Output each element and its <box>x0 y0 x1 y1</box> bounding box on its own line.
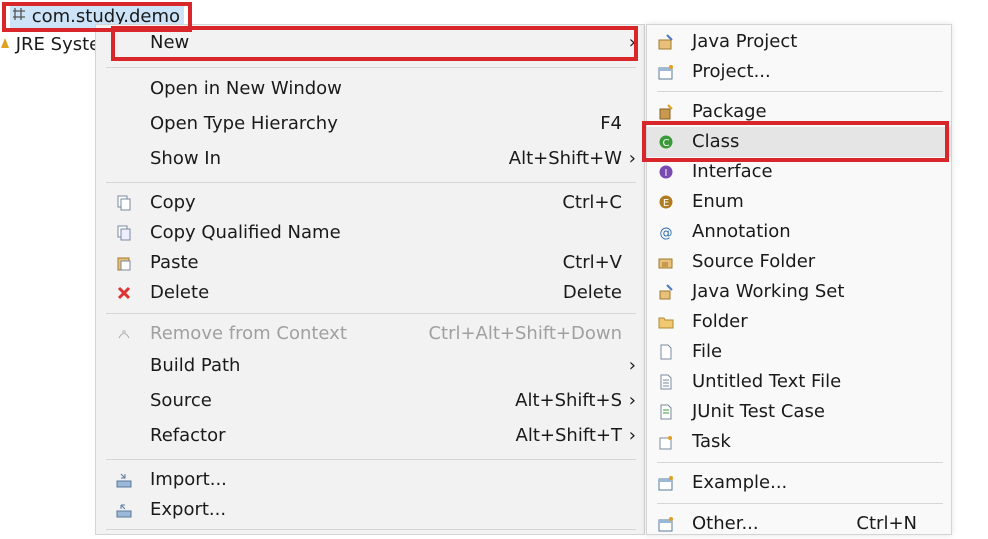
submenu-item-example[interactable]: Example... <box>647 468 951 498</box>
folder-icon <box>658 314 674 330</box>
menu-item-paste[interactable]: Paste Ctrl+V <box>96 248 644 278</box>
svg-text:E: E <box>663 198 669 209</box>
context-menu: New › Open in New Window Open Type Hiera… <box>95 24 645 535</box>
menu-item-build-path[interactable]: Build Path › <box>96 351 644 381</box>
submenu-arrow-icon: › <box>628 390 636 411</box>
package-icon <box>658 104 674 120</box>
class-icon: C <box>658 134 674 150</box>
menu-item-copy-qualified-name[interactable]: Copy Qualified Name <box>96 218 644 248</box>
separator <box>106 182 636 183</box>
menu-item-delete[interactable]: Delete Delete <box>96 278 644 308</box>
junit-icon <box>658 404 674 420</box>
menu-item-copy[interactable]: Copy Ctrl+C <box>96 188 644 218</box>
paste-icon <box>116 255 132 271</box>
java-project-icon <box>658 34 674 50</box>
submenu-item-source-folder[interactable]: Source Folder <box>647 247 951 277</box>
submenu-arrow-icon: › <box>628 355 636 376</box>
svg-text:C: C <box>663 138 670 149</box>
export-icon <box>116 502 132 518</box>
submenu-item-annotation[interactable]: @ Annotation <box>647 217 951 247</box>
submenu-item-class[interactable]: C Class <box>647 127 951 157</box>
task-icon <box>658 434 674 450</box>
svg-text:I: I <box>665 168 668 179</box>
source-folder-icon <box>658 254 674 270</box>
menu-item-open-new-window[interactable]: Open in New Window <box>96 74 644 104</box>
separator <box>106 67 636 68</box>
menu-item-new[interactable]: New › <box>96 28 644 58</box>
copy-icon <box>116 195 132 211</box>
separator <box>657 503 943 504</box>
separator <box>106 459 636 460</box>
import-icon <box>116 472 132 488</box>
submenu-item-interface[interactable]: I Interface <box>647 157 951 187</box>
separator <box>106 529 636 530</box>
submenu-item-package[interactable]: Package <box>647 97 951 127</box>
submenu-item-enum[interactable]: E Enum <box>647 187 951 217</box>
submenu-item-folder[interactable]: Folder <box>647 307 951 337</box>
submenu-item-project[interactable]: Project... <box>647 57 951 87</box>
working-set-icon <box>658 284 674 300</box>
menu-item-export[interactable]: Export... <box>96 495 644 525</box>
new-submenu: Java Project Project... Package C Class … <box>646 24 952 535</box>
submenu-arrow-icon: › <box>628 32 636 53</box>
jre-tree-node[interactable]: JRE Syster <box>0 34 108 55</box>
project-icon <box>658 64 674 80</box>
submenu-item-junit-test-case[interactable]: JUnit Test Case <box>647 397 951 427</box>
example-icon <box>658 475 674 491</box>
annotation-icon: @ <box>658 224 674 241</box>
separator <box>106 313 636 314</box>
menu-item-open-type-hierarchy[interactable]: Open Type Hierarchy F4 <box>96 109 644 139</box>
interface-icon: I <box>658 164 674 180</box>
separator <box>657 91 943 92</box>
library-icon <box>0 34 10 48</box>
menu-item-remove-from-context: Remove from Context Ctrl+Alt+Shift+Down <box>96 319 644 349</box>
delete-icon <box>116 285 132 301</box>
menu-item-source[interactable]: Source Alt+Shift+S › <box>96 386 644 416</box>
submenu-item-java-working-set[interactable]: Java Working Set <box>647 277 951 307</box>
jre-label: JRE Syster <box>15 34 108 55</box>
file-icon <box>658 344 674 360</box>
copy-qualified-icon <box>116 225 132 241</box>
submenu-item-java-project[interactable]: Java Project <box>647 27 951 57</box>
submenu-item-task[interactable]: Task <box>647 427 951 457</box>
remove-context-icon <box>116 326 132 342</box>
menu-item-show-in[interactable]: Show In Alt+Shift+W › <box>96 144 644 174</box>
submenu-arrow-icon: › <box>628 425 636 446</box>
text-file-icon <box>658 374 674 390</box>
package-icon <box>12 5 26 20</box>
other-wizard-icon <box>658 516 674 532</box>
submenu-arrow-icon: › <box>628 148 636 169</box>
submenu-item-file[interactable]: File <box>647 337 951 367</box>
svg-text:@: @ <box>660 226 673 240</box>
submenu-item-untitled-text-file[interactable]: Untitled Text File <box>647 367 951 397</box>
menu-item-refactor[interactable]: Refactor Alt+Shift+T › <box>96 421 644 451</box>
menu-item-import[interactable]: Import... <box>96 465 644 495</box>
separator <box>657 462 943 463</box>
enum-icon: E <box>658 194 674 210</box>
